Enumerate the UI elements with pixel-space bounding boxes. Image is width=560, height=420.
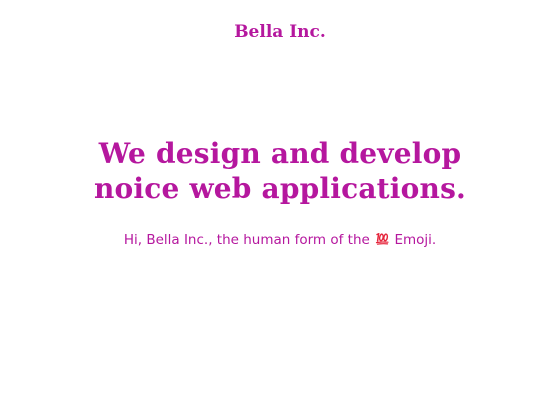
page: Bella Inc. We design and develop noice w… (0, 0, 560, 420)
hundred-points-icon (375, 233, 389, 245)
headline-line-2: noice web applications. (93, 172, 466, 205)
hero-headline: We design and develop noice web applicat… (0, 136, 560, 206)
hero-section: We design and develop noice web applicat… (0, 136, 560, 249)
tagline-text-after: Emoji. (394, 232, 437, 248)
headline-line-1: We design and develop (98, 137, 462, 170)
hero-tagline: Hi, Bella Inc., the human form of the Em… (0, 231, 560, 249)
brand-logo-link[interactable]: Bella Inc. (0, 21, 560, 43)
tagline-text-before: Hi, Bella Inc., the human form of the (123, 232, 370, 248)
